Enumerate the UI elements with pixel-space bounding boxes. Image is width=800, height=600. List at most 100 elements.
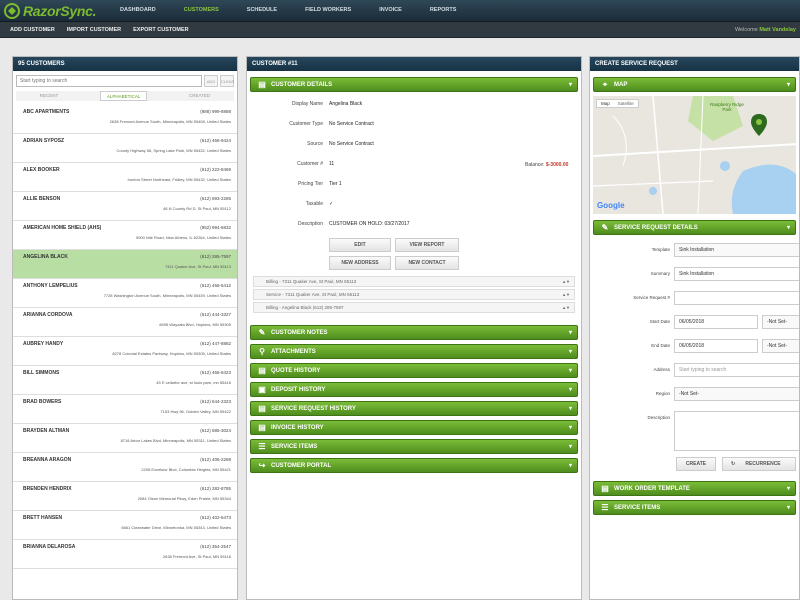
- address-row[interactable]: Billing - 7311 Quaker Ave, St Paul, MN 5…: [253, 276, 575, 287]
- customer-phone: (612) 285-7597: [200, 254, 231, 259]
- customer-number-title: CUSTOMER #11: [247, 57, 581, 71]
- customer-name: BRAYDEN ALTMAN: [23, 428, 70, 434]
- app-logo[interactable]: RazorSync.: [4, 2, 97, 20]
- sub-toolbar: ADD CUSTOMER IMPORT CUSTOMER EXPORT CUST…: [0, 22, 800, 38]
- customer-search-input[interactable]: [16, 75, 202, 87]
- user-name-link[interactable]: Matt Vandelay: [759, 27, 796, 33]
- wrench-icon: ✎: [601, 223, 609, 232]
- address-controls-icon[interactable]: ▲▼: [562, 277, 570, 286]
- service-request-history-bar[interactable]: ▤ SERVICE REQUEST HISTORY ▾: [250, 401, 578, 416]
- quote-history-bar[interactable]: ▤ QUOTE HISTORY ▾: [250, 363, 578, 378]
- customer-phone: (612) 644-2323: [200, 399, 231, 404]
- customer-list-item[interactable]: ANTHONY LEMPELIUS (612) 466-5412 7728 Wash…: [13, 279, 237, 308]
- new-address-button[interactable]: NEW ADDRESS: [329, 256, 391, 270]
- customer-list-item[interactable]: ABC APARTMENTS (888) 999-8888 2638 Fremont…: [13, 105, 237, 134]
- region-select[interactable]: -Not Set-: [674, 387, 799, 401]
- end-date-input[interactable]: 06/05/2018: [674, 339, 758, 353]
- taxable-check-icon: ✓: [329, 201, 334, 207]
- nav-customers[interactable]: CUSTOMERS: [170, 0, 233, 22]
- map-type-map-button[interactable]: Map: [597, 100, 614, 107]
- customer-list-item[interactable]: BRAD BOWERS (612) 644-2323 7153 Hwy 96, Go…: [13, 395, 237, 424]
- export-customer-button[interactable]: EXPORT CUSTOMER: [127, 22, 195, 38]
- customer-list-item[interactable]: BRENDEN HENDRIX (612) 282-8785 2084 Olson …: [13, 482, 237, 511]
- chevron-down-icon: ▾: [786, 225, 790, 231]
- form-row: Service Request #: [590, 287, 799, 311]
- attachments-bar[interactable]: ⚲ ATTACHMENTS ▾: [250, 344, 578, 359]
- customer-address: 2638 Fremont Ave, St Paul, MN 55116: [162, 554, 231, 559]
- search-clear-button[interactable]: CLEAR: [220, 75, 234, 87]
- customer-details-label: CUSTOMER DETAILS: [271, 82, 333, 88]
- customer-list-item[interactable]: BILL SIMMONS (612) 466-8423 45 E cellarfor…: [13, 366, 237, 395]
- service-request-details-bar[interactable]: ✎ SERVICE REQUEST DETAILS ▾: [593, 220, 796, 235]
- customer-list-item-selected[interactable]: ANGELINA BLACK (612) 285-7597 7311 Quaker …: [13, 250, 237, 279]
- customer-list-item[interactable]: BRAYDEN ALTMAN (612) 585-3024 8718 Arbor L…: [13, 424, 237, 453]
- edit-button[interactable]: EDIT: [329, 238, 391, 252]
- customer-list-item[interactable]: BRETT HANSEN (612) 402-6473 6661 Clearwate…: [13, 511, 237, 540]
- recurrence-button[interactable]: ↻ RECURRENCE: [722, 457, 796, 471]
- view-report-button[interactable]: VIEW REPORT: [395, 238, 459, 252]
- customer-notes-label: CUSTOMER NOTES: [271, 330, 328, 336]
- deposit-history-bar[interactable]: ▣ DEPOSIT HISTORY ▾: [250, 382, 578, 397]
- customer-details: Display Name Angelina Black Customer Type…: [247, 96, 581, 236]
- customer-details-bar[interactable]: ▤ CUSTOMER DETAILS ▾: [250, 77, 578, 92]
- map-marker-icon[interactable]: [751, 114, 767, 136]
- customer-list-item[interactable]: ARIANNA CORDOVA (612) 444-3327 8495 Wayzat…: [13, 308, 237, 337]
- customer-address: 8495 Wayzata Blvd, Hopkins, MN 55305: [159, 322, 231, 327]
- customer-list-item[interactable]: BRIANNA DELAROSA (612) 354-2547 2638 Fremo…: [13, 540, 237, 569]
- customer-address: 6661 Clearwater Drive, Minnetonka, MN 55…: [121, 525, 231, 530]
- nav-dashboard[interactable]: DASHBOARD: [106, 0, 170, 22]
- add-customer-button[interactable]: ADD CUSTOMER: [4, 22, 61, 38]
- end-time-select[interactable]: -Not Set-: [762, 339, 799, 353]
- service-items-section-bar[interactable]: ☰ SERVICE ITEMS ▾: [593, 500, 796, 515]
- new-contact-button[interactable]: NEW CONTACT: [395, 256, 459, 270]
- nav-reports[interactable]: REPORTS: [416, 0, 471, 22]
- customer-type-label: Customer Type: [289, 121, 323, 127]
- customer-list-item[interactable]: ALLIE BENSON (612) 593-2285 48 N County Rd…: [13, 192, 237, 221]
- welcome-prefix: Welcome: [734, 27, 758, 33]
- customer-list-item[interactable]: ADRIAN SYPOSZ (612) 466-9424 County Highwa…: [13, 134, 237, 163]
- invoice-history-bar[interactable]: ▤ INVOICE HISTORY ▾: [250, 420, 578, 435]
- customer-search-row: ADD CLEAR: [16, 75, 234, 89]
- customer-name: BRETT HANSEN: [23, 515, 63, 521]
- import-customer-button[interactable]: IMPORT CUSTOMER: [61, 22, 127, 38]
- address-row[interactable]: Service - 7311 Quaker Ave, St Paul, MN 5…: [253, 289, 575, 300]
- start-time-select[interactable]: -Not Set-: [762, 315, 799, 329]
- customer-list-item[interactable]: ALEX BOOKER (612) 222-8469 Ironton Street …: [13, 163, 237, 192]
- address-search-input[interactable]: Start typing to search: [674, 363, 799, 377]
- customer-number-label: Customer #: [297, 161, 323, 167]
- portal-icon: ↪: [258, 461, 266, 470]
- tab-created[interactable]: CREATED: [183, 91, 216, 101]
- summary-input[interactable]: Sink Installation: [674, 267, 799, 281]
- customer-list-item[interactable]: AUBREY HANDY (612) 447-8882 8278 Colonial …: [13, 337, 237, 366]
- nav-invoice[interactable]: INVOICE: [365, 0, 416, 22]
- customer-list-item[interactable]: AMERICAN HOME SHIELD (AHS) (952) 994-6832…: [13, 221, 237, 250]
- nav-schedule[interactable]: SCHEDULE: [233, 0, 291, 22]
- chevron-down-icon: ▾: [568, 82, 572, 88]
- description-textarea[interactable]: [674, 411, 799, 451]
- customer-list-item[interactable]: BREANNA ARAGON (612) 406-2268 2206 Excelsi…: [13, 453, 237, 482]
- customer-address: 2084 Olson Memorial Pkwy, Eden Prairie, …: [137, 496, 231, 501]
- customer-portal-bar[interactable]: ↪ CUSTOMER PORTAL ▾: [250, 458, 578, 473]
- detail-row: Taxable ✓: [247, 196, 581, 216]
- map-view[interactable]: Map Satellite Raspberry Ridge Park Googl…: [593, 96, 796, 214]
- search-add-button[interactable]: ADD: [204, 75, 218, 87]
- template-select[interactable]: Sink Installation: [674, 243, 799, 257]
- contact-controls-icon[interactable]: ▲▼: [562, 303, 570, 312]
- nav-field-workers[interactable]: FIELD WORKERS: [291, 0, 365, 22]
- customer-list: ABC APARTMENTS (888) 999-8888 2638 Fremont…: [13, 105, 237, 569]
- tab-alphabetical[interactable]: ALPHABETICAL: [99, 91, 148, 101]
- map-type-satellite-button[interactable]: Satellite: [614, 100, 638, 107]
- customer-address: 45 E cellarfor ave, st louis park, mn 55…: [156, 380, 231, 385]
- address-controls-icon[interactable]: ▲▼: [562, 290, 570, 299]
- work-order-template-bar[interactable]: ▤ WORK ORDER TEMPLATE ▾: [593, 481, 796, 496]
- customer-name: BRAD BOWERS: [23, 399, 62, 405]
- customer-notes-bar[interactable]: ✎ CUSTOMER NOTES ▾: [250, 325, 578, 340]
- create-button[interactable]: CREATE: [676, 457, 716, 471]
- map-bar[interactable]: ⌖ MAP ▾: [593, 77, 796, 92]
- document-icon: ▤: [258, 366, 266, 375]
- tab-recent[interactable]: RECENT: [34, 91, 65, 101]
- contact-row[interactable]: Billing - Angelina Black (612) 285-7597 ▲…: [253, 302, 575, 313]
- start-date-input[interactable]: 06/05/2018: [674, 315, 758, 329]
- service-items-bar[interactable]: ☰ SERVICE ITEMS ▾: [250, 439, 578, 454]
- service-request-number-input[interactable]: [674, 291, 799, 305]
